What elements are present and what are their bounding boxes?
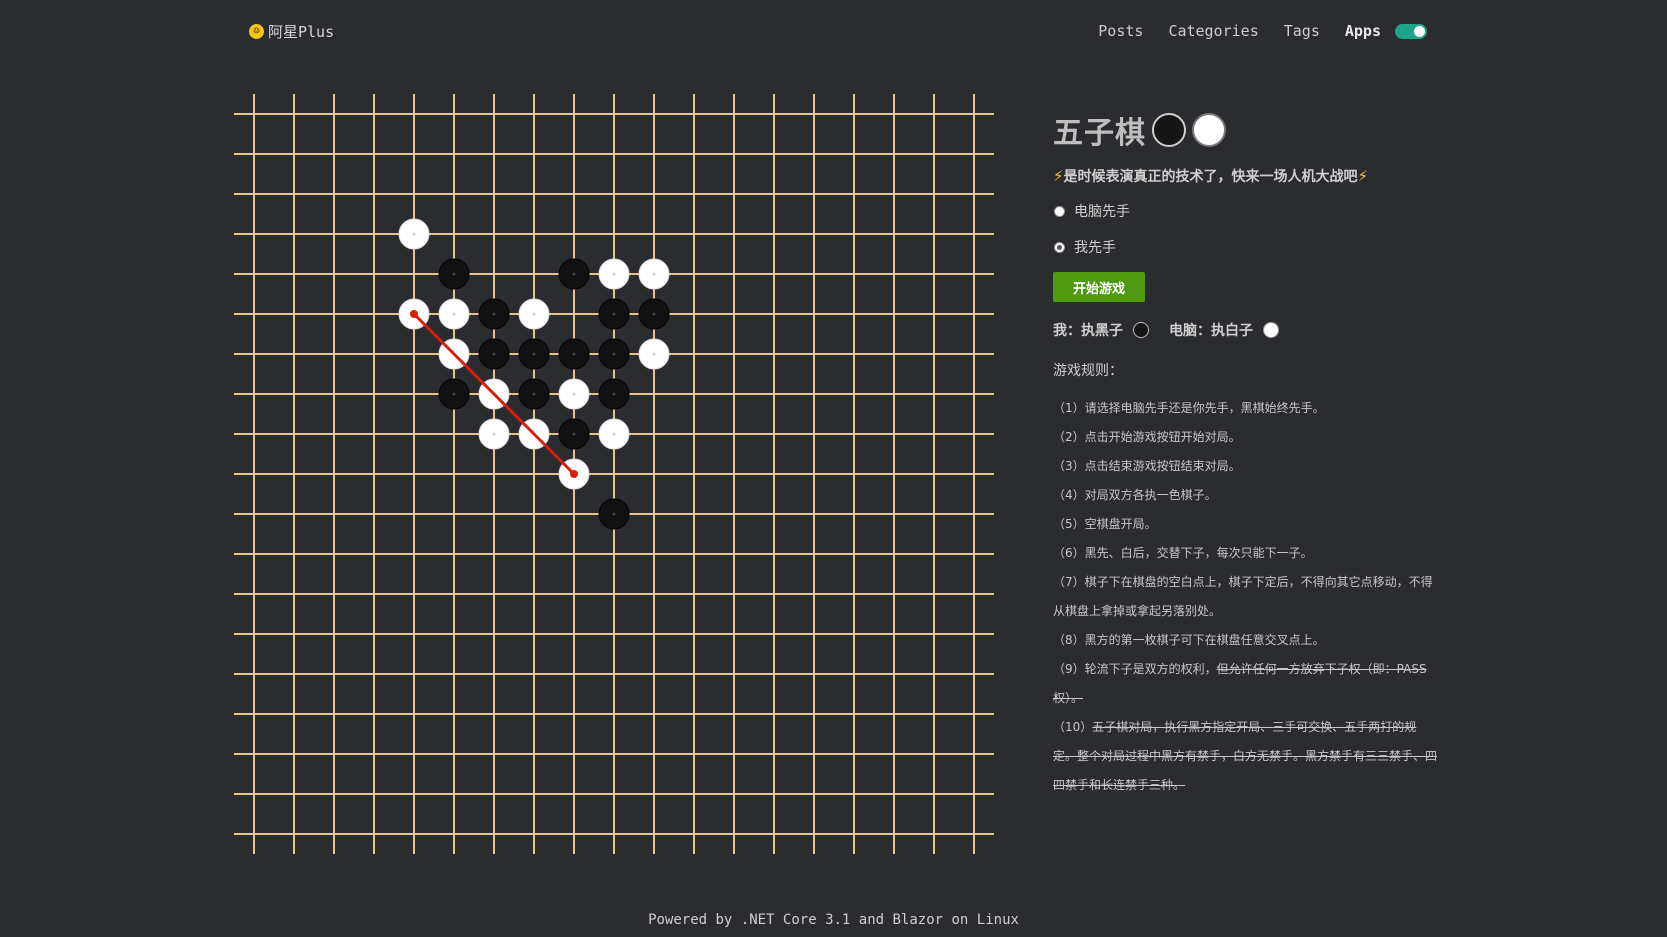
rule-text: 点击开始游戏按钮开始对局。 [1084,430,1241,444]
rule-text: 棋子下在棋盘的空白点上，棋子下定后，不得向其它点移动，不得从棋盘上拿掉或拿起另落… [1053,575,1433,618]
rule-number: （10） [1053,720,1093,734]
stone-center-dot [572,432,576,436]
subtitle-text: 是时候表演真正的技术了，快来一场人机大战吧 [1063,169,1358,185]
nav-posts[interactable]: Posts [1098,22,1143,40]
stone-center-dot [612,272,616,276]
winning-line-start-dot [410,310,418,318]
stone-center-dot [572,272,576,276]
stone-center-dot [532,392,536,396]
game-subtitle: ⚡ 是时候表演真正的技术了，快来一场人机大战吧 ⚡ [1053,166,1438,186]
rule-item: （2）点击开始游戏按钮开始对局。 [1053,423,1438,452]
rules-list: （1）请选择电脑先手还是你先手，黑棋始终先手。 （2）点击开始游戏按钮开始对局。（… [1053,394,1438,800]
rule-number: （9） [1053,662,1085,676]
rule-item: （9）轮流下子是双方的权利，但允许任何一方放弃下子权（即：PASS权）。 [1053,655,1438,713]
stone-center-dot [652,312,656,316]
main-nav: Posts Categories Tags Apps [1073,22,1381,40]
option-computer-first[interactable]: 电脑先手 [1053,200,1438,222]
stone-center-dot [452,312,456,316]
stone-center-dot [612,352,616,356]
rule-item: （3）点击结束游戏按钮结束对局。 [1053,452,1438,481]
rule-number: （1） [1053,401,1085,415]
stone-center-dot [612,312,616,316]
radio-computer-first[interactable] [1054,205,1065,217]
rule-text: 黑方的第一枚棋子可下在棋盘任意交叉点上。 [1084,633,1325,647]
stone-center-dot [412,232,416,236]
stone-center-dot [452,392,456,396]
stone-center-dot [492,312,496,316]
white-stone-icon [1192,113,1226,147]
rule-item: （8）黑方的第一枚棋子可下在棋盘任意交叉点上。 [1053,626,1438,655]
start-game-button[interactable]: 开始游戏 [1053,272,1145,302]
rule-text: 黑先、白后，交替下子，每次只能下一子。 [1084,546,1313,560]
rule-number: （6） [1053,546,1085,560]
rule-number: （7） [1053,575,1085,589]
logo-emoji-icon: ☺ [249,24,264,39]
option-me-first[interactable]: 我先手 [1053,236,1438,258]
player-status: 我：执黑子 电脑：执白子 [1053,320,1438,340]
stone-center-dot [652,352,656,356]
stone-center-dot [532,312,536,316]
rule-item: （6）黑先、白后，交替下子，每次只能下一子。 [1053,539,1438,568]
stone-center-dot [612,512,616,516]
theme-toggle-knob [1414,26,1425,37]
rule-item: （7）棋子下在棋盘的空白点上，棋子下定后，不得向其它点移动，不得从棋盘上拿掉或拿… [1053,568,1438,626]
lightning-icon: ⚡ [1357,167,1369,185]
rule-number: （5） [1053,517,1085,531]
rules-title: 游戏规则： [1053,363,1123,379]
rule-text: 请选择电脑先手还是你先手，黑棋始终先手。 [1084,401,1325,415]
nav-categories[interactable]: Categories [1168,22,1258,40]
option-computer-first-label: 电脑先手 [1074,204,1130,220]
rule-number: （2） [1053,430,1085,444]
site-logo[interactable]: ☺ 阿星Plus [249,21,334,42]
stone-center-dot [532,352,536,356]
rule-item: （10）五子棋对局，执行黑方指定开局、三手可交换、五手两打的规定。整个对局过程中… [1053,713,1438,800]
site-logo-text: 阿星Plus [268,23,335,41]
game-title: 五子棋 [1053,116,1146,151]
stone-center-dot [452,272,456,276]
stone-center-dot [612,392,616,396]
rule-number: （8） [1053,633,1085,647]
rule-text: 点击结束游戏按钮结束对局。 [1084,459,1241,473]
rule-item: （5）空棋盘开局。 [1053,510,1438,539]
rule-struck-text: 五子棋对局，执行黑方指定开局、三手可交换、五手两打的规定。整个对局过程中黑方有禁… [1053,720,1438,792]
rule-text: 轮流下子是双方的权利， [1084,662,1217,676]
rule-number: （4） [1053,488,1085,502]
stone-center-dot [652,272,656,276]
site-header: ☺ 阿星Plus Posts Categories Tags Apps [0,0,1667,64]
lightning-icon: ⚡ [1053,167,1064,185]
black-stone-icon [1133,322,1149,338]
stone-center-dot [572,392,576,396]
stone-center-dot [612,432,616,436]
title-row: 五子棋 [1053,108,1438,152]
computer-label: 电脑：执白子 [1169,323,1253,339]
winning-line-end-dot [570,470,578,478]
white-stone-icon [1263,322,1279,338]
rule-number: （3） [1053,459,1085,473]
footer: Powered by .NET Core 3.1 and Blazor on L… [648,912,1019,928]
theme-toggle[interactable] [1395,24,1427,39]
me-label: 我：执黑子 [1053,323,1123,339]
rule-item: （4）对局双方各执一色棋子。 [1053,481,1438,510]
radio-me-first[interactable] [1054,241,1065,253]
game-panel: 五子棋 ⚡ 是时候表演真正的技术了，快来一场人机大战吧 ⚡ 电脑先手 我先手 开… [1053,108,1438,800]
option-me-first-label: 我先手 [1074,240,1116,256]
stone-center-dot [572,352,576,356]
black-stone-icon [1152,113,1186,147]
nav-apps[interactable]: Apps [1345,22,1381,40]
nav-tags[interactable]: Tags [1284,22,1320,40]
stone-center-dot [492,352,496,356]
rule-text: 对局双方各执一色棋子。 [1084,488,1217,502]
rule-item: （1）请选择电脑先手还是你先手，黑棋始终先手。 [1053,394,1438,423]
rule-text: 空棋盘开局。 [1084,517,1157,531]
gomoku-board[interactable] [234,94,996,858]
stone-center-dot [492,432,496,436]
